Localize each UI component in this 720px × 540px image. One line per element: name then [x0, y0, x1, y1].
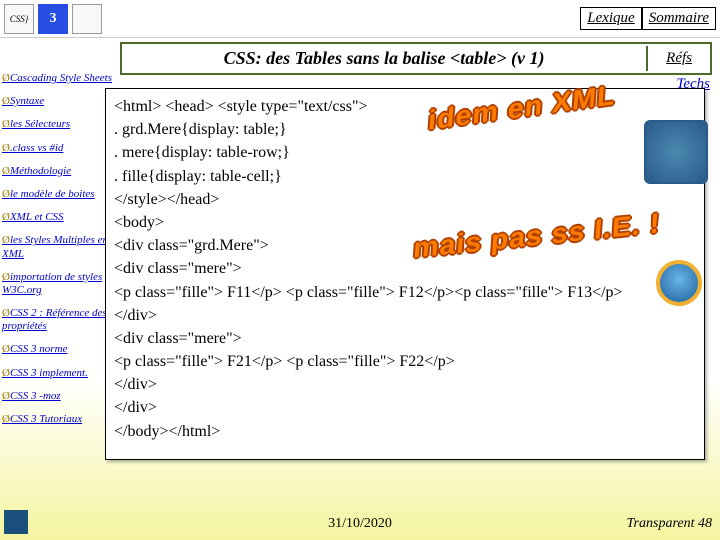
- css-logo: CSS}: [4, 4, 34, 34]
- bullet-icon: Ø: [2, 72, 10, 84]
- sidebar-item[interactable]: ØCSS 3 -moz: [2, 390, 120, 403]
- footer-date: 31/10/2020: [328, 516, 392, 532]
- bullet-icon: Ø: [2, 188, 10, 200]
- page-title: CSS: des Tables sans la balise <table> (…: [122, 44, 646, 73]
- sidebar-item[interactable]: ØMéthodologie: [2, 165, 120, 178]
- sidebar-item[interactable]: ØSyntaxe: [2, 95, 120, 108]
- sidebar-item[interactable]: ØCSS 3 implement.: [2, 367, 120, 380]
- sidebar-item[interactable]: ØCSS 3 Tutoriaux: [2, 413, 120, 426]
- sommaire-link[interactable]: Sommaire: [642, 7, 716, 30]
- bullet-icon: Ø: [2, 142, 10, 154]
- logo-group: CSS} 3: [0, 2, 106, 36]
- bullet-icon: Ø: [2, 390, 10, 402]
- sidebar-item[interactable]: ØCSS 2 : Référence des propriétés: [2, 307, 120, 333]
- gear-icon: [644, 120, 708, 184]
- bullet-icon: Ø: [2, 165, 10, 177]
- sidebar-item[interactable]: ØCascading Style Sheets: [2, 72, 120, 85]
- ie-logo-icon: [656, 260, 702, 306]
- sidebar-item[interactable]: Øle modèle de boites: [2, 188, 120, 201]
- bullet-icon: Ø: [2, 343, 10, 355]
- sidebar-item[interactable]: ØCSS 3 norme: [2, 343, 120, 356]
- bullet-icon: Ø: [2, 211, 10, 223]
- lexique-link[interactable]: Lexique: [580, 7, 641, 30]
- footer-page-number: Transparent 48: [627, 516, 712, 532]
- bullet-icon: Ø: [2, 367, 10, 379]
- css3-badge-icon: 3: [38, 4, 68, 34]
- top-links: Lexique Sommaire: [580, 7, 720, 30]
- sidebar-item[interactable]: Ø.class vs #id: [2, 142, 120, 155]
- footer-logo-icon: [4, 510, 28, 534]
- sidebar-item[interactable]: Øles Sélecteurs: [2, 118, 120, 131]
- bullet-icon: Ø: [2, 95, 10, 107]
- top-bar: CSS} 3 Lexique Sommaire: [0, 0, 720, 38]
- bullet-icon: Ø: [2, 118, 10, 130]
- refs-link[interactable]: Réfs: [646, 46, 710, 71]
- sidebar: ØCascading Style Sheets ØSyntaxe Øles Sé…: [0, 70, 120, 436]
- bullet-icon: Ø: [2, 413, 10, 425]
- sidebar-item[interactable]: ØXML et CSS: [2, 211, 120, 224]
- logo-spacer: [72, 4, 102, 34]
- sidebar-item[interactable]: Øles Styles Multiples en XML: [2, 234, 120, 260]
- title-bar: CSS: des Tables sans la balise <table> (…: [120, 42, 712, 75]
- sidebar-item[interactable]: Øimportation de styles W3C.org: [2, 271, 120, 297]
- bullet-icon: Ø: [2, 271, 10, 283]
- bullet-icon: Ø: [2, 234, 10, 246]
- bullet-icon: Ø: [2, 307, 10, 319]
- code-block: <html> <head> <style type="text/css"> . …: [105, 88, 705, 460]
